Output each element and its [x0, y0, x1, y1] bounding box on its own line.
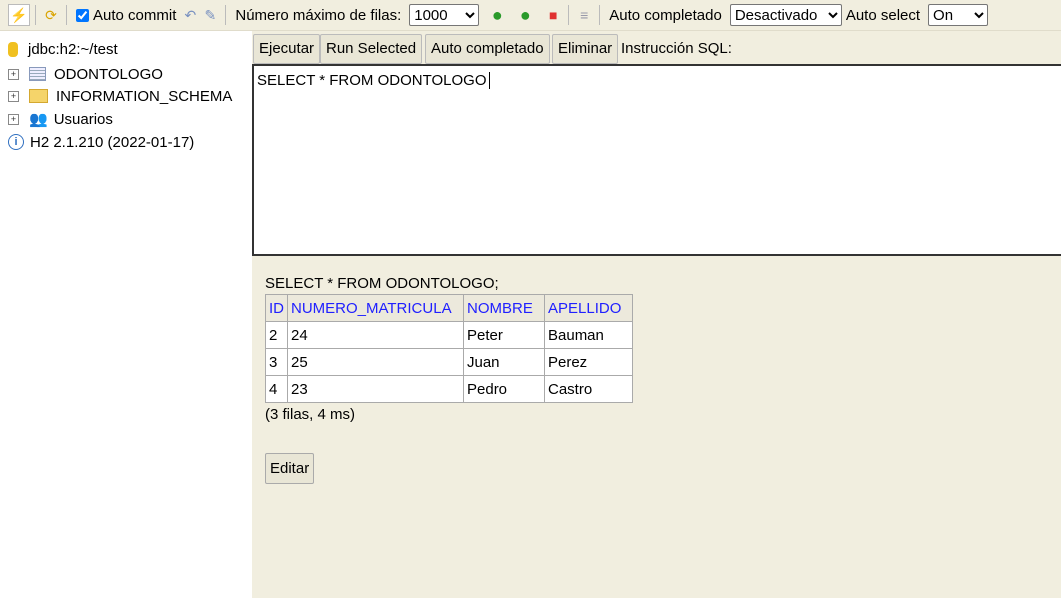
run-icon[interactable]: ●: [487, 5, 507, 25]
disconnect-icon[interactable]: ⚡: [8, 4, 30, 26]
cell: Pedro: [463, 375, 545, 403]
cell: Castro: [544, 375, 633, 403]
autocomplete-label: Auto completado: [609, 6, 722, 24]
expand-icon[interactable]: +: [8, 113, 19, 125]
tree-version: i H2 2.1.210 (2022-01-17): [8, 132, 194, 152]
cell: 3: [265, 348, 288, 376]
column-header[interactable]: APELLIDO: [544, 294, 633, 322]
column-header[interactable]: NOMBRE: [463, 294, 545, 322]
refresh-icon[interactable]: ⟳: [41, 5, 61, 25]
text-cursor: ​: [489, 72, 491, 89]
result-query: SELECT * FROM ODONTOLOGO;: [265, 275, 499, 292]
column-header[interactable]: NUMERO_MATRICULA: [287, 294, 464, 322]
clear-button[interactable]: Eliminar: [552, 34, 619, 64]
stop-icon[interactable]: ■: [543, 5, 563, 25]
max-rows-label: Número máximo de filas:: [235, 6, 402, 24]
tree-item-label: Usuarios: [53, 110, 113, 128]
run-button[interactable]: Ejecutar: [253, 34, 321, 64]
column-header[interactable]: ID: [265, 294, 288, 322]
info-icon: i: [8, 134, 24, 150]
divider: [225, 5, 227, 25]
tree-item-information-schema[interactable]: + INFORMATION_SCHEMA: [8, 86, 232, 106]
auto-commit-label: Auto commit: [93, 6, 177, 24]
sql-label: Instrucción SQL:: [621, 40, 732, 57]
version-label: H2 2.1.210 (2022-01-17): [30, 133, 195, 151]
auto-commit-checkbox[interactable]: Auto commit: [76, 7, 176, 24]
tree-item-label: ODONTOLOGO: [54, 65, 163, 83]
expand-icon[interactable]: +: [8, 90, 19, 102]
cell: 2: [265, 321, 288, 349]
users-icon: 👥: [29, 111, 48, 128]
autoselect-select[interactable]: On: [928, 4, 989, 26]
cell: Perez: [544, 348, 633, 376]
run-selected-button[interactable]: Run Selected: [320, 34, 423, 64]
autocomplete-select[interactable]: Desactivado: [729, 4, 842, 26]
cell: 4: [265, 375, 288, 403]
history-icon[interactable]: ≡: [574, 5, 594, 25]
table-row: 4 23 Pedro Castro: [265, 375, 633, 403]
cell: 25: [287, 348, 464, 376]
database-icon: [8, 41, 18, 57]
tree-item-usuarios[interactable]: + 👥 Usuarios: [8, 109, 113, 129]
toolbar: ⚡ ⟳ Auto commit ↶ ✎ Número máximo de fil…: [0, 0, 1061, 31]
cell: Bauman: [544, 321, 633, 349]
tree-item-label: INFORMATION_SCHEMA: [56, 87, 233, 105]
cell: Juan: [463, 348, 545, 376]
tree-item-odontologo[interactable]: + ODONTOLOGO: [8, 64, 163, 84]
run-selected-icon[interactable]: ●: [515, 5, 535, 25]
rollback-icon[interactable]: ↶: [180, 5, 200, 25]
expand-icon[interactable]: +: [8, 68, 19, 80]
autocomplete-button[interactable]: Auto completado: [425, 34, 550, 64]
folder-icon: [29, 89, 48, 103]
sql-text: SELECT * FROM ODONTOLOGO: [257, 72, 487, 89]
table-icon: [29, 67, 46, 81]
table-header: ID NUMERO_MATRICULA NOMBRE APELLIDO: [265, 294, 633, 322]
cell: Peter: [463, 321, 545, 349]
divider: [35, 5, 36, 25]
divider: [568, 5, 570, 25]
autoselect-label: Auto select: [845, 6, 921, 24]
sql-editor[interactable]: SELECT * FROM ODONTOLOGO​: [252, 64, 1061, 256]
max-rows-select[interactable]: 1000: [409, 4, 480, 26]
table-row: 3 25 Juan Perez: [265, 348, 633, 376]
tree-connection[interactable]: jdbc:h2:~/test: [8, 39, 118, 59]
schema-tree: jdbc:h2:~/test + ODONTOLOGO + INFORMATION_…: [0, 31, 252, 598]
connection-label: jdbc:h2:~/test: [28, 40, 118, 58]
cell: 24: [287, 321, 464, 349]
edit-button[interactable]: Editar: [265, 453, 315, 484]
result-table: ID NUMERO_MATRICULA NOMBRE APELLIDO 2 24 P…: [265, 294, 633, 403]
commit-icon[interactable]: ✎: [200, 5, 220, 25]
cell: 23: [287, 375, 464, 403]
divider: [599, 5, 601, 25]
divider: [66, 5, 67, 25]
main-panel: Ejecutar Run Selected Auto completado El…: [252, 31, 1061, 598]
result-summary: (3 filas, 4 ms): [265, 406, 356, 423]
result-area: SELECT * FROM ODONTOLOGO; ID NUMERO_MATR…: [265, 275, 633, 484]
table-row: 2 24 Peter Bauman: [265, 321, 633, 349]
